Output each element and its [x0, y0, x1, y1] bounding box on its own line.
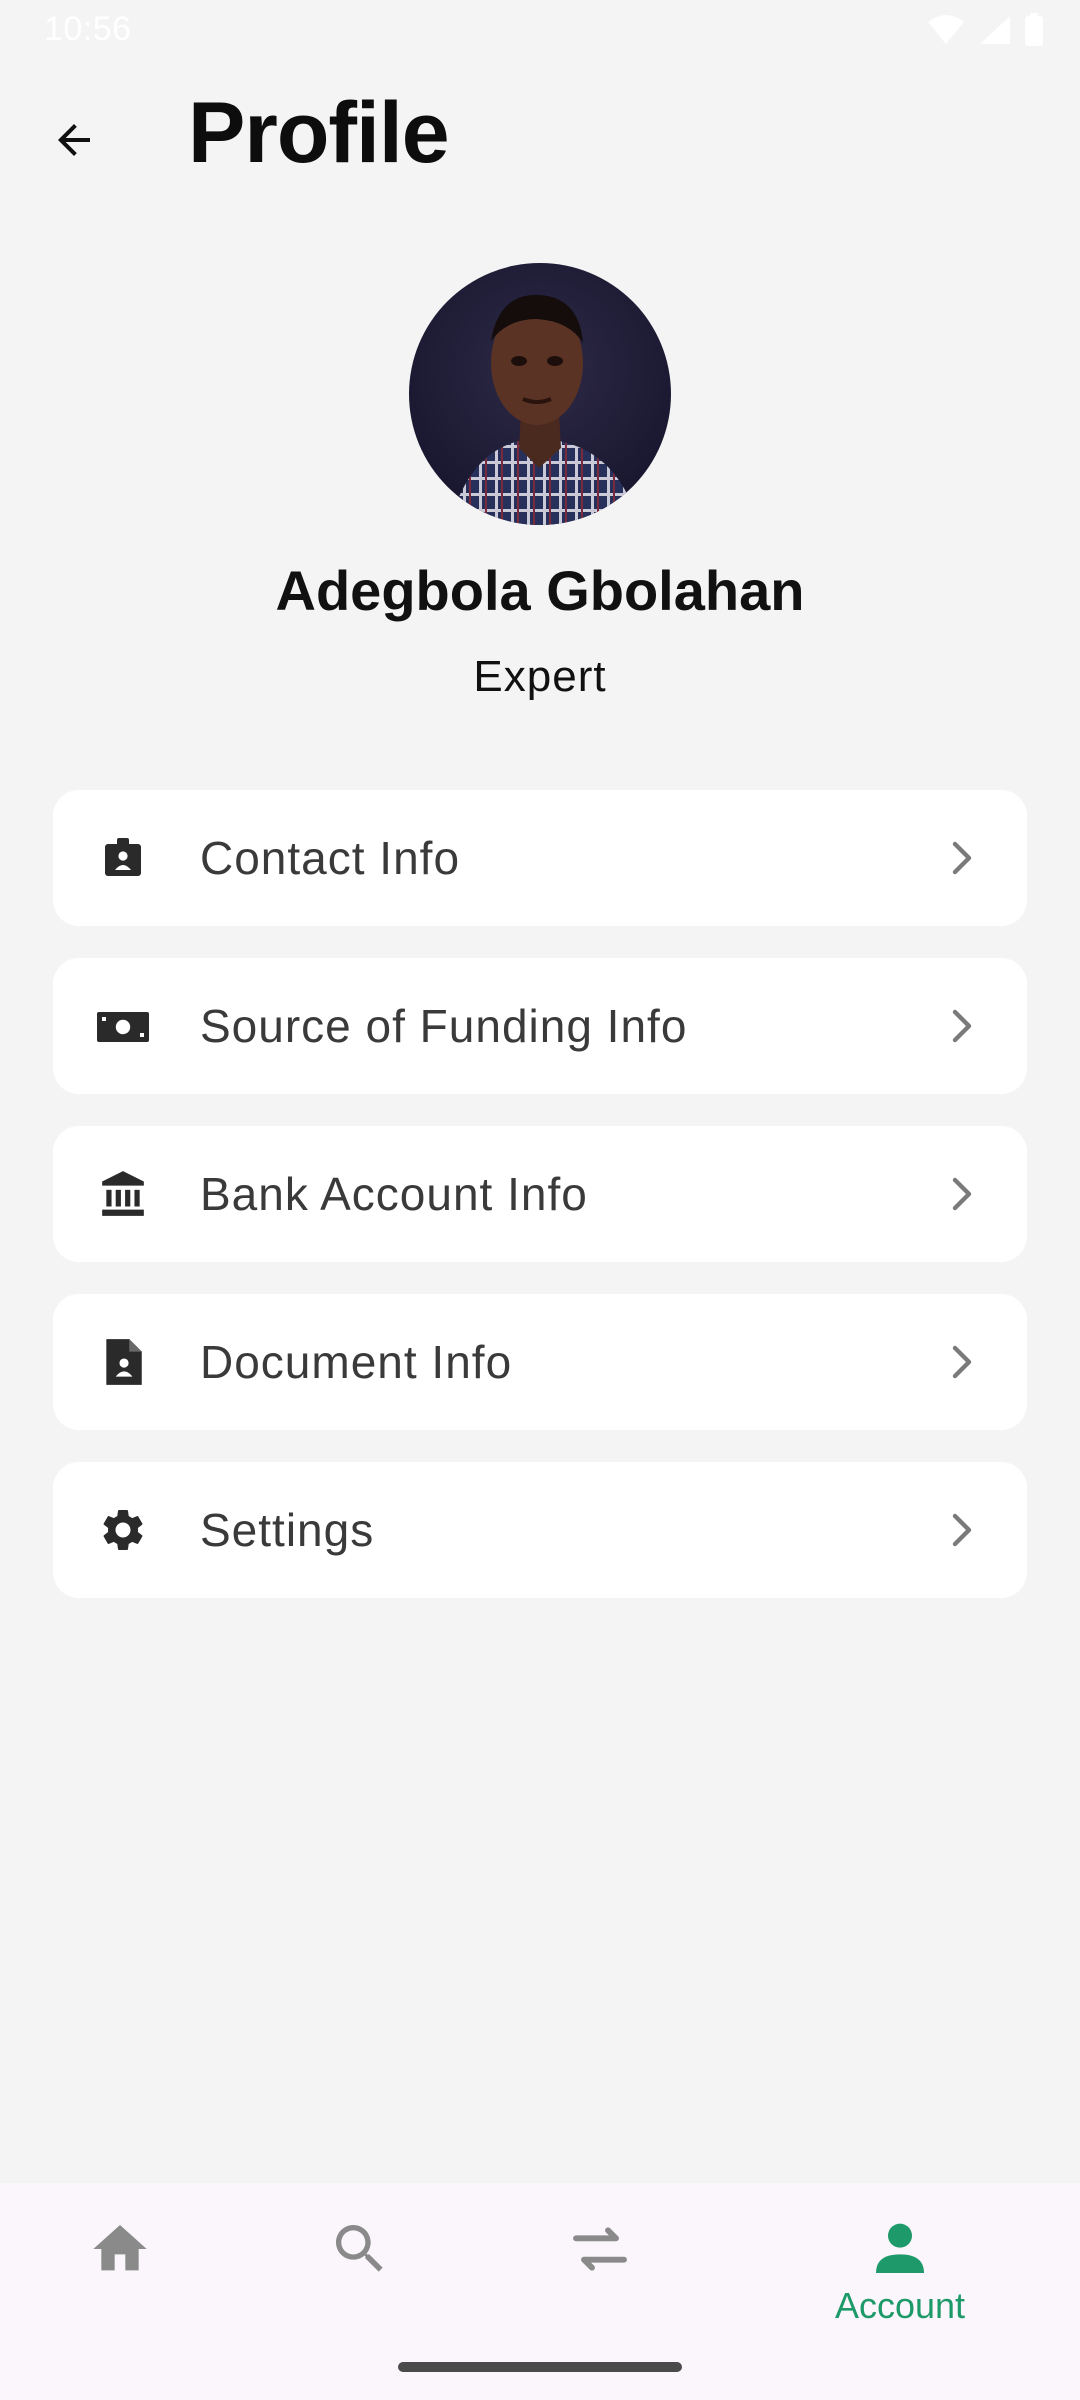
- app-header: Profile: [0, 70, 1080, 200]
- bank-icon: [95, 1166, 151, 1222]
- transfer-icon: [573, 2227, 627, 2271]
- arrow-left-icon: [58, 124, 90, 156]
- status-icons: [926, 12, 1044, 48]
- chevron-right-icon: [952, 1345, 972, 1379]
- home-icon: [93, 2225, 147, 2271]
- profile-role: Expert: [473, 652, 607, 701]
- cellular-signal-icon: [980, 16, 1010, 44]
- avatar: [409, 263, 671, 525]
- menu-item-label: Document Info: [200, 1336, 513, 1388]
- menu-item-label: Settings: [200, 1504, 375, 1556]
- contact-badge-icon: [95, 830, 151, 886]
- wifi-icon: [928, 15, 964, 44]
- menu-item-source-of-funding[interactable]: Source of Funding Info: [53, 958, 1027, 1094]
- menu-item-bank-account[interactable]: Bank Account Info: [53, 1126, 1027, 1262]
- search-icon: [336, 2225, 383, 2272]
- profile-menu: Contact Info Source of Funding Info Bank…: [53, 790, 1027, 1630]
- menu-item-settings[interactable]: Settings: [53, 1462, 1027, 1598]
- status-bar: 10:56: [0, 0, 1080, 60]
- menu-item-document-info[interactable]: Document Info: [53, 1294, 1027, 1430]
- gear-icon: [95, 1502, 151, 1558]
- gesture-handle[interactable]: [398, 2362, 682, 2372]
- chevron-right-icon: [952, 1513, 972, 1547]
- profile-name: Adegbola Gbolahan: [275, 559, 805, 622]
- menu-item-label: Contact Info: [200, 832, 461, 884]
- account-icon: [876, 2223, 924, 2273]
- chevron-right-icon: [952, 1177, 972, 1211]
- chevron-right-icon: [952, 1009, 972, 1043]
- menu-item-contact-info[interactable]: Contact Info: [53, 790, 1027, 926]
- back-button[interactable]: [36, 102, 112, 178]
- avatar-photo: [409, 263, 671, 525]
- battery-icon: [1025, 13, 1043, 46]
- chevron-right-icon: [952, 841, 972, 875]
- status-time: 10:56: [44, 10, 132, 48]
- cash-icon: [95, 998, 151, 1054]
- nav-item-home[interactable]: [0, 2183, 240, 2343]
- page-title: Profile: [188, 85, 450, 181]
- nav-item-label: Account: [834, 2285, 966, 2326]
- menu-item-label: Bank Account Info: [200, 1168, 588, 1220]
- menu-item-label: Source of Funding Info: [200, 1000, 688, 1052]
- nav-item-transfer[interactable]: [480, 2183, 720, 2343]
- document-icon: [95, 1334, 151, 1390]
- nav-item-search[interactable]: [240, 2183, 480, 2343]
- nav-item-account[interactable]: Account: [780, 2183, 1020, 2343]
